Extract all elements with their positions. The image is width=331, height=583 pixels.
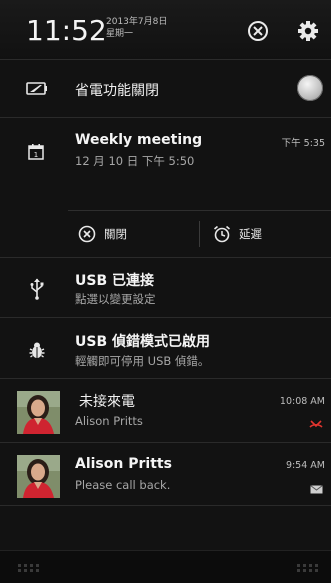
message-timestamp: 9:54 AM [285,460,325,471]
usb-debug-subtitle: 輕觸即可停用 USB 偵錯。 [75,354,210,368]
snooze-label: 延遲 [239,227,262,241]
message-body: Please call back. [75,478,171,492]
calendar-actions: 關閉 延遲 [68,210,331,258]
date-text: 2013年7月8日 [106,17,168,27]
contact-avatar [17,391,60,434]
grip-left-icon [18,564,39,572]
gear-icon [298,21,318,41]
missed-call-notification[interactable]: 未接來電 Alison Pritts 10:08 AM [0,379,331,443]
status-header: 11:52 2013年7月8日 星期一 [0,0,331,60]
dismiss-button[interactable]: 關閉 [78,211,127,257]
close-circle-icon [78,225,96,243]
contact-avatar [17,455,60,498]
message-icon [310,479,323,498]
dismiss-label: 關閉 [104,227,127,241]
weekday-text: 星期一 [106,29,134,39]
bug-icon [27,340,47,360]
action-divider [199,221,200,247]
power-saver-row[interactable]: 省電功能關閉 [0,60,331,118]
power-saver-toggle[interactable] [297,75,323,101]
settings-button[interactable] [295,18,321,44]
usb-debug-title: USB 偵錯模式已啟用 [75,334,210,350]
calendar-event-time: 12 月 10 日 下午 5:50 [75,154,195,168]
snooze-button[interactable]: 延遲 [213,211,262,257]
clock-time: 11:52 [26,14,107,47]
usb-connected-title: USB 已連接 [75,273,154,289]
notification-panel: 11:52 2013年7月8日 星期一 省電功能關閉 1 Weekly meet… [0,0,331,583]
usb-icon [28,278,46,300]
calendar-timestamp: 下午 5:35 [281,138,325,149]
date-block: 2013年7月8日 星期一 [106,16,167,40]
panel-drag-handle[interactable] [0,550,331,583]
battery-saver-icon [26,80,48,98]
message-sender: Alison Pritts [75,456,172,472]
usb-connected-notification[interactable]: USB 已連接 點選以變更設定 [0,258,331,318]
grip-right-icon [297,564,318,572]
calendar-icon: 1 [26,142,46,162]
usb-debug-notification[interactable]: USB 偵錯模式已啟用 輕觸即可停用 USB 偵錯。 [0,318,331,379]
missed-call-caller: Alison Pritts [75,414,143,428]
missed-call-timestamp: 10:08 AM [279,396,325,407]
missed-call-icon [309,414,323,433]
calendar-event-title: Weekly meeting [75,132,203,148]
alarm-clock-icon [213,225,231,243]
close-circle-icon [248,21,268,41]
message-notification[interactable]: Alison Pritts Please call back. 9:54 AM [0,443,331,506]
svg-text:1: 1 [34,151,38,159]
usb-connected-subtitle: 點選以變更設定 [75,292,156,306]
missed-call-title: 未接來電 [79,394,135,410]
clear-all-button[interactable] [245,18,271,44]
power-saver-label: 省電功能關閉 [75,83,159,99]
